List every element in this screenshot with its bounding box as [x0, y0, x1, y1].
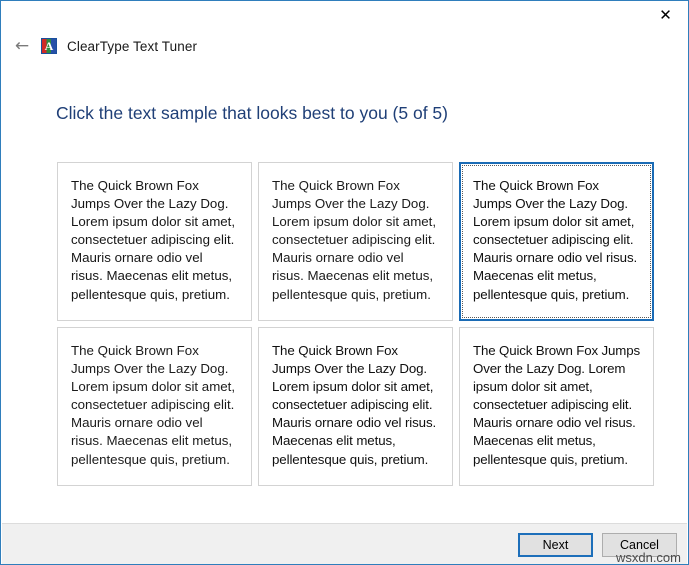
text-sample-option-2[interactable]: The Quick Brown Fox Jumps Over the Lazy …	[258, 162, 453, 321]
dialog-footer: Next Cancel wsxdn.com	[2, 523, 687, 564]
page-heading: Click the text sample that looks best to…	[56, 103, 448, 123]
sample-text: The Quick Brown Fox Jumps Over the Lazy …	[71, 343, 236, 467]
text-sample-option-3-selected[interactable]: The Quick Brown Fox Jumps Over the Lazy …	[459, 162, 654, 321]
text-sample-option-1[interactable]: The Quick Brown Fox Jumps Over the Lazy …	[57, 162, 252, 321]
sample-text: The Quick Brown Fox Jumps Over the Lazy …	[473, 178, 638, 302]
cleartype-app-icon: A	[41, 38, 57, 54]
back-button[interactable]: ←	[7, 33, 37, 59]
app-icon-letter: A	[44, 39, 54, 53]
app-title: ClearType Text Tuner	[67, 38, 198, 54]
navigation-bar: ← A ClearType Text Tuner	[1, 29, 688, 63]
close-button[interactable]: ✕	[643, 1, 688, 30]
content-area: Click the text sample that looks best to…	[2, 63, 687, 523]
title-bar: ✕	[1, 1, 688, 29]
sample-text: The Quick Brown Fox Jumps Over the Lazy …	[272, 178, 437, 302]
text-sample-grid: The Quick Brown Fox Jumps Over the Lazy …	[57, 162, 656, 486]
cleartype-text-tuner-window: ✕ ← A ClearType Text Tuner Click the tex…	[0, 0, 689, 565]
cancel-button[interactable]: Cancel	[602, 533, 677, 557]
text-sample-option-6[interactable]: The Quick Brown Fox Jumps Over the Lazy …	[459, 327, 654, 486]
sample-text: The Quick Brown Fox Jumps Over the Lazy …	[272, 343, 437, 467]
footer-button-row: Next Cancel	[518, 533, 677, 557]
text-sample-option-4[interactable]: The Quick Brown Fox Jumps Over the Lazy …	[57, 327, 252, 486]
sample-text: The Quick Brown Fox Jumps Over the Lazy …	[473, 343, 640, 467]
sample-text: The Quick Brown Fox Jumps Over the Lazy …	[71, 178, 236, 302]
next-button[interactable]: Next	[518, 533, 593, 557]
close-icon: ✕	[659, 6, 672, 24]
text-sample-option-5[interactable]: The Quick Brown Fox Jumps Over the Lazy …	[258, 327, 453, 486]
back-arrow-icon: ←	[14, 35, 30, 56]
